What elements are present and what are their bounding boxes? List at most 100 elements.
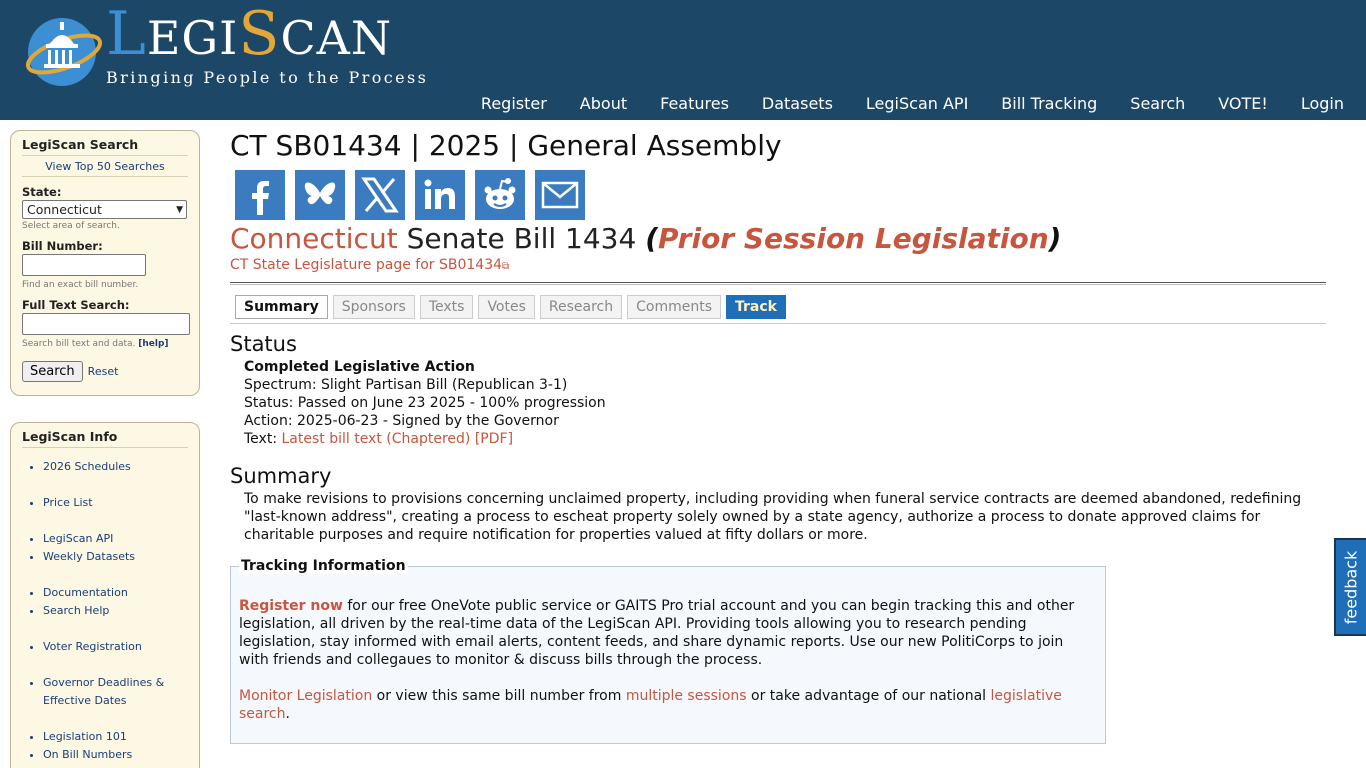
tab-texts[interactable]: Texts <box>419 295 474 319</box>
tab-votes[interactable]: Votes <box>478 295 535 319</box>
status-text-row: Text: Latest bill text (Chaptered) [PDF] <box>244 431 514 447</box>
nav-bill-tracking[interactable]: Bill Tracking <box>1001 94 1097 113</box>
external-link-icon: ⧉ <box>502 261 510 272</box>
status-details: Completed Legislative Action Spectrum: S… <box>244 358 1326 448</box>
info-links: 2026 Schedules Price List LegiScan API W… <box>22 458 188 764</box>
list-item: Search Help <box>43 602 188 620</box>
facebook-icon <box>252 181 269 215</box>
tracking-info-box: Tracking Information Register now for ou… <box>230 558 1106 744</box>
status-heading: Status <box>230 332 297 356</box>
status-action: Action: 2025-06-23 - Signed by the Gover… <box>244 413 559 429</box>
page-title: CT SB01434 | 2025 | General Assembly <box>230 129 782 162</box>
latest-bill-text-link[interactable]: Latest bill text (Chaptered) [PDF] <box>281 431 513 447</box>
link-legislation-101[interactable]: Legislation 101 <box>43 730 127 743</box>
state-select[interactable]: Connecticut ▼ <box>22 200 187 219</box>
full-text-label: Full Text Search: <box>22 298 130 312</box>
status-progress: Status: Passed on June 23 2025 - 100% pr… <box>244 395 606 411</box>
logo-tagline: Bringing People to the Process <box>106 68 429 87</box>
tracking-paragraph: Register now for our free OneVote public… <box>239 598 1075 668</box>
monitor-legislation-link[interactable]: Monitor Legislation <box>239 688 372 704</box>
status-subheading: Completed Legislative Action <box>244 359 475 375</box>
reset-link[interactable]: Reset <box>88 365 119 378</box>
register-now-link[interactable]: Register now <box>239 598 343 614</box>
link-legiscan-api[interactable]: LegiScan API <box>43 532 113 545</box>
nav-legiscan-api[interactable]: LegiScan API <box>866 94 968 113</box>
link-schedules[interactable]: 2026 Schedules <box>43 460 131 473</box>
summary-text: To make revisions to provisions concerni… <box>244 491 1302 543</box>
list-item: On Bill Numbers <box>43 746 188 764</box>
nav-register[interactable]: Register <box>481 94 547 113</box>
tab-summary[interactable]: Summary <box>235 295 328 319</box>
feedback-tab[interactable]: feedback <box>1334 538 1366 636</box>
search-panel-title: LegiScan Search <box>22 137 188 156</box>
linkedin-share-button[interactable] <box>415 170 465 220</box>
logo-wordmark: LEGISCAN <box>106 0 393 69</box>
search-actions: Search Reset <box>22 361 188 382</box>
nav-about[interactable]: About <box>580 94 627 113</box>
capitol-globe-icon <box>25 18 102 86</box>
status-spectrum: Spectrum: Slight Partisan Bill (Republic… <box>244 377 568 393</box>
info-panel-title: LegiScan Info <box>22 429 188 448</box>
top-50-searches-link[interactable]: View Top 50 Searches <box>22 160 188 177</box>
nav-features[interactable]: Features <box>660 94 729 113</box>
summary-heading: Summary <box>230 464 332 488</box>
chevron-down-icon: ▼ <box>176 204 183 215</box>
facebook-share-button[interactable] <box>235 170 285 220</box>
nav-search[interactable]: Search <box>1130 94 1185 113</box>
x-share-button[interactable] <box>355 170 405 220</box>
multiple-sessions-link[interactable]: multiple sessions <box>626 688 747 704</box>
reddit-share-button[interactable] <box>475 170 525 220</box>
main-content: CT SB01434 | 2025 | General Assembly Con… <box>230 128 1326 744</box>
full-text-hint: Search bill text and data. [help] <box>22 339 169 349</box>
bill-heading: Connecticut Senate Bill 1434 (Prior Sess… <box>230 222 1062 255</box>
legiscan-logo[interactable]: LEGISCAN Bringing People to the Process <box>22 4 442 90</box>
bill-name: Senate Bill 1434 <box>406 222 637 255</box>
top-navigation: Register About Features Datasets LegiSca… <box>448 94 1344 113</box>
list-item: 2026 Schedules <box>43 458 188 476</box>
tab-research[interactable]: Research <box>539 295 623 319</box>
link-price-list[interactable]: Price List <box>43 496 93 509</box>
full-text-input[interactable] <box>22 313 190 335</box>
site-header: LEGISCAN Bringing People to the Process … <box>0 0 1366 120</box>
share-bar <box>235 170 1326 220</box>
bill-state[interactable]: Connecticut <box>230 222 398 255</box>
bill-number-label: Bill Number: <box>22 239 103 253</box>
search-panel: LegiScan Search View Top 50 Searches Sta… <box>10 130 200 396</box>
email-share-button[interactable] <box>535 170 585 220</box>
list-item: Weekly Datasets <box>43 548 188 566</box>
bill-tabs: Summary Sponsors Texts Votes Research Co… <box>230 295 1326 324</box>
tab-sponsors[interactable]: Sponsors <box>332 295 415 319</box>
list-item: Legislation 101 <box>43 728 188 746</box>
nav-login[interactable]: Login <box>1301 94 1344 113</box>
prior-session-label[interactable]: Prior Session Legislation <box>658 222 1049 255</box>
list-item: LegiScan API <box>43 530 188 548</box>
feedback-label: feedback <box>1341 550 1361 624</box>
link-governor-deadlines[interactable]: Governor Deadlines & Effective Dates <box>43 676 164 707</box>
email-icon <box>541 181 579 209</box>
list-item: Voter Registration <box>43 638 188 656</box>
state-label: State: <box>22 185 62 199</box>
help-link[interactable]: [help] <box>138 339 168 349</box>
list-item: Documentation <box>43 584 188 602</box>
linkedin-icon <box>424 179 455 209</box>
link-documentation[interactable]: Documentation <box>43 586 128 599</box>
divider <box>230 282 1326 285</box>
link-search-help[interactable]: Search Help <box>43 604 109 617</box>
bluesky-share-button[interactable] <box>295 170 345 220</box>
link-weekly-datasets[interactable]: Weekly Datasets <box>43 550 135 563</box>
link-voter-registration[interactable]: Voter Registration <box>43 640 142 653</box>
search-button[interactable]: Search <box>22 361 83 382</box>
state-hint: Select area of search. <box>22 221 120 231</box>
nav-datasets[interactable]: Datasets <box>762 94 833 113</box>
info-panel: LegiScan Info 2026 Schedules Price List … <box>10 422 200 768</box>
x-icon <box>361 177 399 213</box>
link-on-bill-numbers[interactable]: On Bill Numbers <box>43 748 132 761</box>
tab-track[interactable]: Track <box>726 295 786 319</box>
state-legislature-link[interactable]: CT State Legislature page for SB01434⧉ <box>230 257 1326 273</box>
nav-vote[interactable]: VOTE! <box>1218 94 1268 113</box>
list-item: Governor Deadlines & Effective Dates <box>43 674 188 710</box>
tab-comments[interactable]: Comments <box>627 295 721 319</box>
tracking-links-paragraph: Monitor Legislation or view this same bi… <box>239 688 1062 722</box>
bill-number-input[interactable] <box>22 254 146 276</box>
state-select-value: Connecticut <box>27 202 102 217</box>
